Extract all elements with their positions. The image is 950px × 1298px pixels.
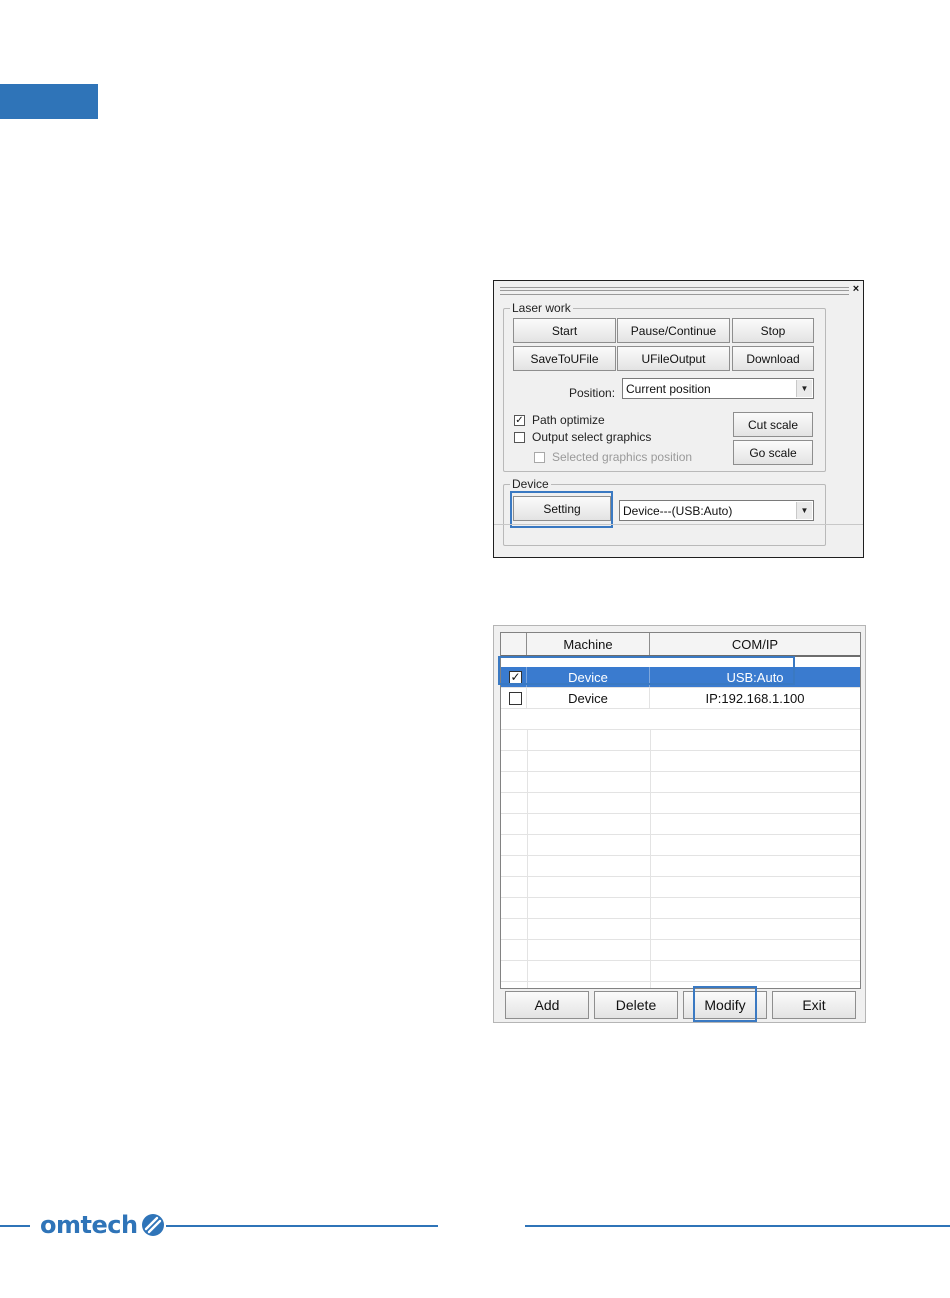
device-grid: Machine COM/IP ✓ Device USB:Auto Device … xyxy=(500,632,861,989)
exit-button[interactable]: Exit xyxy=(772,991,856,1019)
laser-work-group-label: Laser work xyxy=(510,300,573,316)
empty-row xyxy=(501,709,860,730)
com-ip-cell: IP:192.168.1.100 xyxy=(705,690,805,706)
header-com-ip[interactable]: COM/IP xyxy=(650,633,860,655)
empty-row xyxy=(501,835,860,856)
empty-row xyxy=(501,919,860,940)
panel-divider xyxy=(494,524,863,525)
device-select-value: Device---(USB:Auto) xyxy=(623,503,733,518)
output-select-graphics-checkbox[interactable] xyxy=(514,432,525,443)
device-list-dialog: Machine COM/IP ✓ Device USB:Auto Device … xyxy=(493,625,866,1023)
header-check-column xyxy=(501,633,527,655)
close-icon[interactable]: × xyxy=(851,283,861,295)
panel-grip[interactable] xyxy=(500,287,849,295)
header-machine[interactable]: Machine xyxy=(527,633,650,655)
start-button[interactable]: Start xyxy=(513,318,616,343)
com-ip-cell: USB:Auto xyxy=(726,669,784,685)
row-check-cell xyxy=(501,688,527,708)
cut-scale-button[interactable]: Cut scale xyxy=(733,412,813,437)
empty-row xyxy=(501,898,860,919)
empty-row xyxy=(501,793,860,814)
delete-button[interactable]: Delete xyxy=(594,991,678,1019)
row-checkbox[interactable]: ✓ xyxy=(509,671,522,684)
omtech-logo: omtech xyxy=(40,1208,165,1242)
empty-row xyxy=(501,961,860,982)
grid-divider xyxy=(527,730,528,988)
row-checkbox[interactable] xyxy=(509,692,522,705)
stop-button[interactable]: Stop xyxy=(732,318,814,343)
ufile-output-button[interactable]: UFileOutput xyxy=(617,346,730,371)
device-select[interactable]: Device---(USB:Auto) ▼ xyxy=(619,500,814,521)
footer-rule-right xyxy=(525,1225,950,1227)
go-scale-button[interactable]: Go scale xyxy=(733,440,813,465)
empty-row xyxy=(501,730,860,751)
table-row[interactable]: ✓ Device USB:Auto xyxy=(501,667,860,688)
empty-row xyxy=(501,856,860,877)
setting-button[interactable]: Setting xyxy=(513,496,611,521)
output-select-graphics-label: Output select graphics xyxy=(532,430,652,444)
grid-header: Machine COM/IP xyxy=(501,633,860,657)
chevron-down-icon[interactable]: ▼ xyxy=(796,380,812,397)
machine-cell: Device xyxy=(527,667,650,687)
row-check-cell: ✓ xyxy=(501,667,527,687)
path-optimize-label: Path optimize xyxy=(532,413,605,427)
selected-graphics-position-checkbox xyxy=(534,452,545,463)
device-group-label: Device xyxy=(510,476,551,492)
section-tab-marker xyxy=(0,84,98,119)
path-optimize-checkbox[interactable]: ✓ xyxy=(514,415,525,426)
add-button[interactable]: Add xyxy=(505,991,589,1019)
chevron-down-icon[interactable]: ▼ xyxy=(796,502,812,519)
machine-cell: Device xyxy=(527,688,650,708)
footer-rule-middle xyxy=(166,1225,438,1227)
laser-work-panel: × Laser work Start Pause/Continue Stop S… xyxy=(493,280,864,558)
empty-row xyxy=(501,751,860,772)
download-button[interactable]: Download xyxy=(732,346,814,371)
empty-row xyxy=(501,814,860,835)
table-row[interactable]: Device IP:192.168.1.100 xyxy=(501,688,860,709)
footer-rule-left xyxy=(0,1225,30,1227)
logo-wordmark: omtech xyxy=(40,1211,138,1239)
position-select[interactable]: Current position ▼ xyxy=(622,378,814,399)
position-select-value: Current position xyxy=(626,381,711,396)
logo-mark-icon xyxy=(141,1214,164,1236)
save-to-ufile-button[interactable]: SaveToUFile xyxy=(513,346,616,371)
empty-row xyxy=(501,877,860,898)
pause-continue-button[interactable]: Pause/Continue xyxy=(617,318,730,343)
selected-graphics-position-label: Selected graphics position xyxy=(552,450,693,464)
empty-row xyxy=(501,940,860,961)
empty-row xyxy=(501,772,860,793)
modify-button[interactable]: Modify xyxy=(683,991,767,1019)
grid-divider xyxy=(650,730,651,988)
position-label: Position: xyxy=(569,386,616,400)
